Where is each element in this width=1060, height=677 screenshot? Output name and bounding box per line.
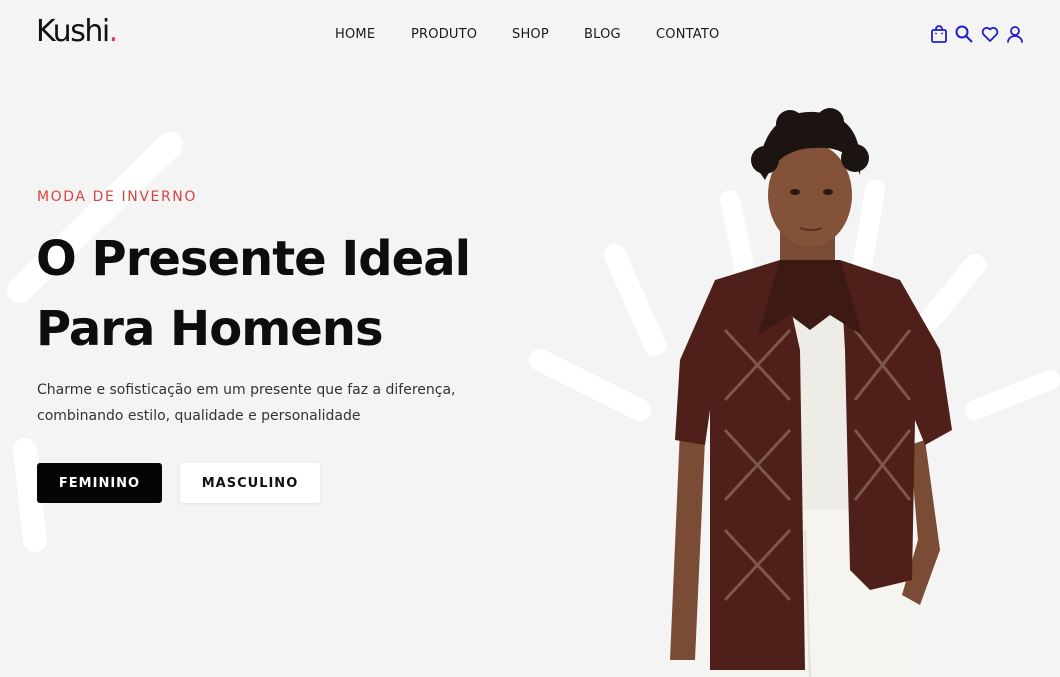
- logo-text: Kushi: [36, 14, 110, 49]
- hero-title-line-2: Para Homens: [36, 301, 384, 357]
- nav-blog[interactable]: BLOG: [584, 27, 621, 42]
- hero-subtitle-line-1: Charme e sofisticação em um presente que…: [37, 382, 456, 398]
- nav-home[interactable]: HOME: [335, 27, 375, 42]
- hero-model-image: [670, 108, 952, 677]
- hero-eyebrow: MODA DE INVERNO: [37, 189, 197, 205]
- hero-title: O Presente Ideal Para Homens: [36, 224, 536, 364]
- search-icon[interactable]: [954, 24, 974, 44]
- brand-logo[interactable]: Kushi.: [36, 14, 119, 49]
- nav-shop[interactable]: SHOP: [512, 27, 549, 42]
- nav-produto[interactable]: PRODUTO: [411, 27, 477, 42]
- logo-dot: .: [108, 14, 119, 49]
- feminino-button[interactable]: FEMININO: [37, 463, 162, 503]
- hero-title-line-1: O Presente Ideal: [36, 231, 471, 287]
- masculino-button[interactable]: MASCULINO: [180, 463, 320, 503]
- hero-subtitle-line-2: combinando estilo, qualidade e personali…: [37, 408, 361, 424]
- user-icon[interactable]: [1005, 24, 1025, 44]
- hero-subtitle: Charme e sofisticação em um presente que…: [37, 377, 477, 429]
- nav-contato[interactable]: CONTATO: [656, 27, 719, 42]
- shopping-bag-icon[interactable]: [929, 24, 949, 44]
- heart-icon[interactable]: [980, 24, 1000, 44]
- site-header: Kushi. HOME PRODUTO SHOP BLOG CONTATO: [0, 0, 1060, 70]
